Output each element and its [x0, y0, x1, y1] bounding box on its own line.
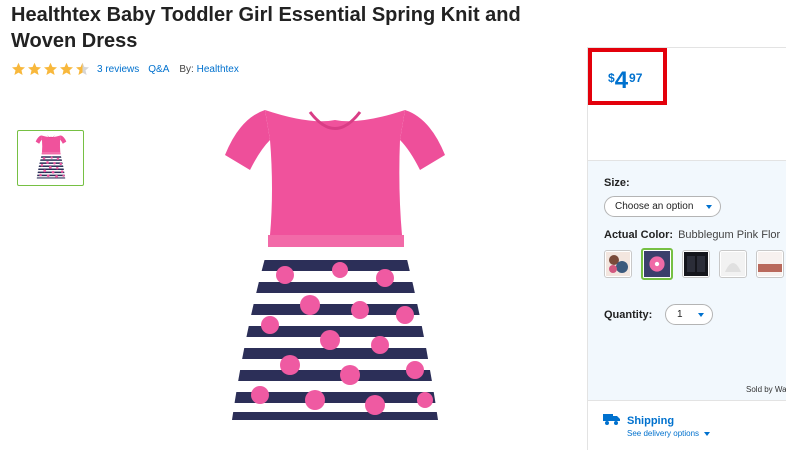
size-dropdown[interactable]: Choose an option	[604, 196, 721, 217]
white-swatch-icon	[721, 252, 745, 276]
color-label: Actual Color:	[604, 229, 674, 241]
size-dropdown-value: Choose an option	[615, 201, 694, 212]
delivery-options-link[interactable]: See delivery options	[627, 429, 711, 438]
swatch-floral-multi[interactable]	[604, 250, 632, 278]
swatch-black[interactable]	[682, 250, 710, 278]
by-label: By:	[179, 63, 194, 75]
dress-thumbnail-image	[31, 134, 71, 182]
chevron-down-icon	[704, 431, 711, 436]
star-rating[interactable]	[11, 62, 91, 76]
swatch-bubblegum-pink-floral[interactable]	[641, 248, 673, 280]
brand-link[interactable]: Healthtex	[197, 64, 239, 75]
price-currency: $	[608, 71, 615, 85]
size-label: Size:	[604, 177, 630, 189]
star-icon	[59, 62, 74, 76]
stripe-swatch-icon	[758, 252, 782, 276]
product-thumbnail[interactable]	[17, 130, 84, 186]
color-row: Actual Color: Bubblegum Pink Flor	[604, 229, 780, 241]
shipping-title: Shipping	[627, 415, 675, 427]
star-icon	[11, 62, 26, 76]
product-title: Healthtex Baby Toddler Girl Essential Sp…	[11, 4, 521, 52]
shipping-divider	[588, 400, 786, 401]
floral-swatch-icon	[606, 252, 630, 276]
star-icon	[27, 62, 42, 76]
options-panel: Size: Choose an option Actual Color: Bubb…	[588, 160, 786, 400]
delivery-options-label: See delivery options	[627, 429, 700, 438]
color-value: Bubblegum Pink Flor	[678, 229, 781, 241]
reviews-link[interactable]: 3 reviews	[97, 64, 139, 75]
chevron-down-icon	[698, 313, 704, 317]
price-highlight-box: $ 4 97	[588, 48, 667, 105]
black-swatch-icon	[684, 252, 708, 276]
pink-floral-swatch-icon	[644, 251, 670, 277]
truck-icon	[603, 414, 620, 425]
brand-by: By: Healthtex	[179, 64, 238, 75]
product-price: $ 4 97	[608, 69, 642, 93]
star-icon	[75, 62, 90, 76]
quantity-label: Quantity:	[604, 309, 653, 321]
swatch-pink-stripe[interactable]	[756, 250, 784, 278]
star-icon	[43, 62, 58, 76]
quantity-dropdown[interactable]: 1	[665, 304, 713, 325]
chevron-down-icon	[706, 205, 712, 209]
color-swatches	[604, 248, 786, 280]
qa-link[interactable]: Q&A	[148, 64, 169, 75]
price-dollars: 4	[614, 67, 629, 94]
rating-row: 3 reviews Q&A By: Healthtex	[11, 62, 239, 76]
product-main-image[interactable]	[210, 100, 460, 445]
swatch-white-floral[interactable]	[719, 250, 747, 278]
quantity-value: 1	[677, 309, 683, 320]
sold-by-text: Sold by Wa	[746, 385, 786, 394]
price-cents: 97	[629, 71, 643, 85]
